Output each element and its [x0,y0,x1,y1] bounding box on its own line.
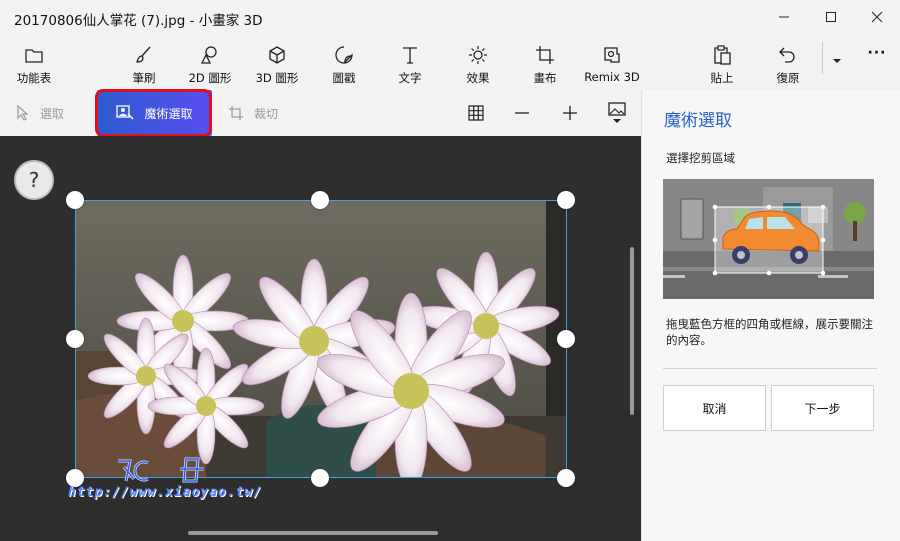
magic-select-button[interactable]: 魔術選取 [97,90,212,136]
undo-icon [779,47,795,63]
panel-title: 魔術選取 [664,111,732,131]
text-button[interactable]: 文字 [392,34,428,90]
canvas-button[interactable]: 畫布 [527,34,563,90]
brushes-label: 筆刷 [132,71,156,85]
preview-illustration [663,179,874,299]
plus-icon [563,106,577,120]
brush-icon [136,46,151,63]
grid-view-button[interactable] [456,90,496,136]
crop-icon [229,106,243,120]
cube-icon [269,46,285,64]
next-label: 下一步 [804,401,841,416]
minus-icon [515,112,529,114]
folder-icon [25,49,43,63]
magic-select-icon [116,105,135,120]
watermark-logo [118,457,204,483]
main-toolbar: 功能表 筆刷 2D 圖形 3D 圖形 圖戳 文字 效果 畫布 Remix 3D … [0,34,900,90]
effects-label: 效果 [466,71,490,85]
car-preview-image [663,179,874,299]
undo-label: 復原 [776,71,800,85]
resize-handle-top-right[interactable] [557,191,575,209]
minimize-icon [779,16,789,18]
vertical-scrollbar[interactable] [630,247,634,415]
shapes-2d-label: 2D 圖形 [188,71,232,85]
remix-3d-button[interactable]: Remix 3D [584,34,640,90]
image-view-icon [608,102,626,123]
cursor-icon [17,105,29,121]
resize-handle-right[interactable] [557,330,575,348]
magic-select-label: 魔術選取 [144,106,193,121]
shapes-2d-button[interactable]: 2D 圖形 [186,34,234,90]
photo-image [76,201,566,477]
menu-button[interactable]: 功能表 [12,34,56,90]
resize-handle-bottom[interactable] [311,469,329,487]
sun-icon [469,46,487,64]
remix-icon [604,47,620,63]
undo-button[interactable]: 復原 [769,34,807,90]
paste-button[interactable]: 貼上 [704,34,740,90]
text-icon [403,47,417,64]
close-icon [871,11,883,23]
select-tool-button[interactable]: 選取 [16,90,64,136]
toolbar-divider [822,42,823,74]
cactus-flower-photo[interactable] [76,201,566,477]
resize-handle-top-left[interactable] [66,191,84,209]
window-title: 20170806仙人掌花 (7).jpg - 小畫家 3D [14,13,263,29]
grid-icon [468,105,484,121]
zoom-out-button[interactable] [502,90,542,136]
panel-divider [663,368,877,369]
resize-handle-top[interactable] [311,191,329,209]
effects-button[interactable]: 效果 [460,34,496,90]
watermark-url: http://www.xiaoyao.tw/ [68,485,263,500]
brushes-button[interactable]: 筆刷 [124,34,164,90]
chevron-down-icon [833,59,841,63]
clipboard-icon [714,45,731,65]
close-button[interactable] [854,0,900,34]
view-options-button[interactable] [597,90,637,136]
panel-subtitle: 選擇挖剪區域 [666,151,735,165]
magic-select-panel: 魔術選取 選擇挖剪區域 拖曳藍色方框的四角或框線，展示要關注的內容。 取消 下一… [641,90,900,541]
more-button[interactable]: ··· [860,34,894,90]
menu-label: 功能表 [16,71,52,85]
question-icon: ? [28,168,40,192]
select-tool-label: 選取 [40,106,65,121]
next-button[interactable]: 下一步 [771,385,874,431]
stickers-button[interactable]: 圖戳 [326,34,362,90]
watermark: http://www.xiaoyao.tw/ [68,455,288,503]
maximize-icon [826,12,836,22]
panel-description: 拖曳藍色方框的四角或框線，展示要關注的內容。 [666,317,873,347]
resize-handle-left[interactable] [66,330,84,348]
title-bar: 20170806仙人掌花 (7).jpg - 小畫家 3D [0,0,900,34]
text-label: 文字 [398,71,422,85]
cancel-label: 取消 [702,401,727,416]
paste-label: 貼上 [710,71,734,85]
minimize-button[interactable] [761,0,807,34]
stickers-label: 圖戳 [332,71,356,85]
resize-handle-bottom-right[interactable] [557,469,575,487]
crop-tool-label: 裁切 [254,106,279,121]
shapes-2d-icon [200,46,217,64]
horizontal-scrollbar[interactable] [188,531,438,535]
remix-3d-label: Remix 3D [584,70,640,84]
canvas-label: 畫布 [533,71,557,85]
zoom-in-button[interactable] [550,90,590,136]
help-button[interactable]: ? [14,160,54,200]
shapes-3d-button[interactable]: 3D 圖形 [253,34,301,90]
crop-canvas-icon [536,46,554,64]
maximize-button[interactable] [808,0,854,34]
cancel-button[interactable]: 取消 [663,385,766,431]
crop-tool-button[interactable]: 裁切 [228,90,278,136]
history-dropdown-button[interactable] [827,34,847,90]
more-icon: ··· [867,45,887,61]
shapes-3d-label: 3D 圖形 [255,71,299,85]
sticker-icon [335,46,353,64]
